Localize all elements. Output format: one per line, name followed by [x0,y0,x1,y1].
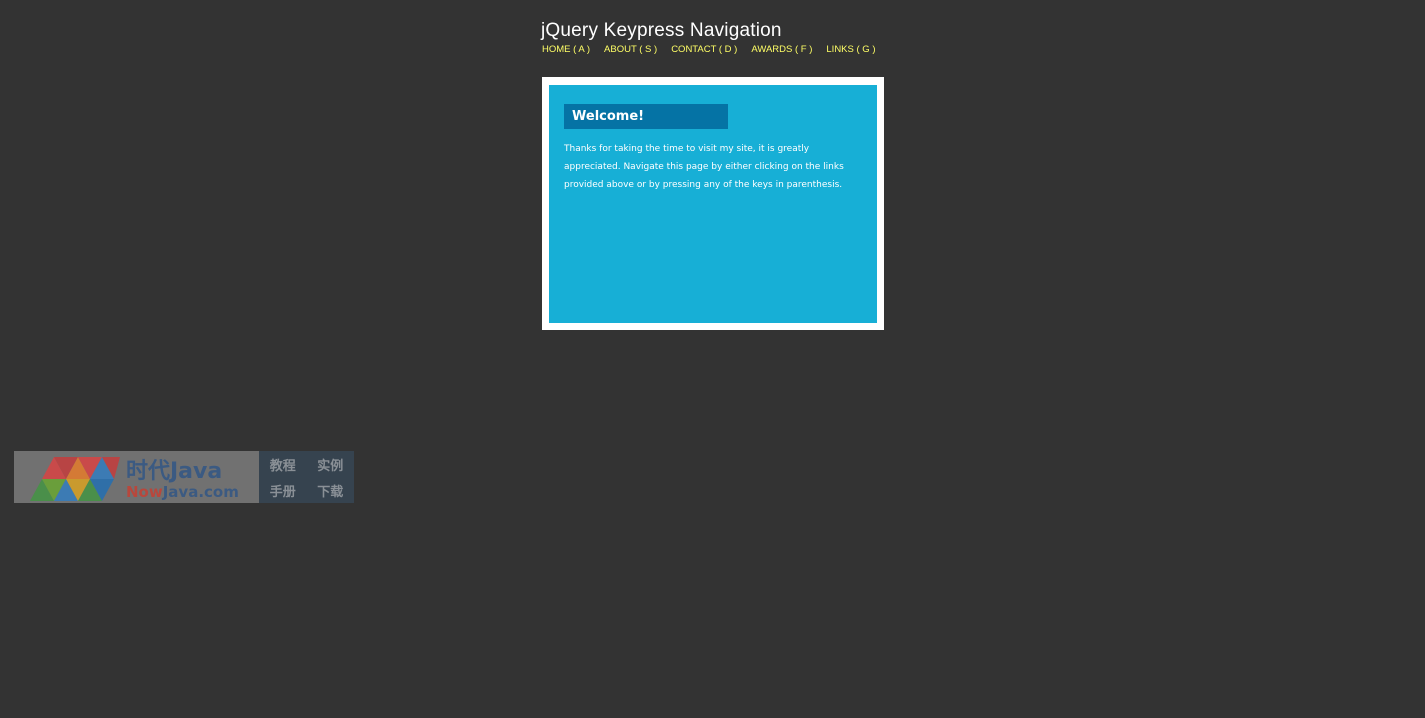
watermark-url-rest: Java.com [162,483,239,501]
content-panel: Welcome! Thanks for taking the time to v… [549,85,877,323]
content-frame: Welcome! Thanks for taking the time to v… [542,77,884,330]
watermark-url-accent: Now [126,483,163,501]
nav-link-contact[interactable]: CONTACT ( D ) [671,44,737,55]
watermark-link-tutorial[interactable]: 教程 [270,455,296,474]
watermark-link-download[interactable]: 下载 [317,481,343,500]
nav-link-home[interactable]: HOME ( A ) [542,44,590,55]
main-nav: HOME ( A ) ABOUT ( S ) CONTACT ( D ) AWA… [542,44,875,55]
nav-link-about[interactable]: ABOUT ( S ) [604,44,657,55]
watermark-link-manual[interactable]: 手册 [270,481,296,500]
triangle-logo-icon [30,457,120,501]
watermark-link-examples[interactable]: 实例 [317,455,343,474]
panel-body-text: Thanks for taking the time to visit my s… [564,144,844,190]
nav-link-links[interactable]: LINKS ( G ) [826,44,875,55]
watermark-links: 教程 实例 手册 下载 [259,451,354,503]
panel-heading: Welcome! [564,104,728,129]
watermark-brand-area[interactable]: 时代Java NowJava.com [14,451,259,503]
watermark-brand-name: 时代Java [126,459,223,484]
watermark-url: NowJava.com [126,483,239,501]
nav-link-awards[interactable]: AWARDS ( F ) [751,44,812,55]
watermark-banner[interactable]: 时代Java NowJava.com 教程 实例 手册 下载 [14,451,354,503]
page-title: jQuery Keypress Navigation [541,20,782,41]
